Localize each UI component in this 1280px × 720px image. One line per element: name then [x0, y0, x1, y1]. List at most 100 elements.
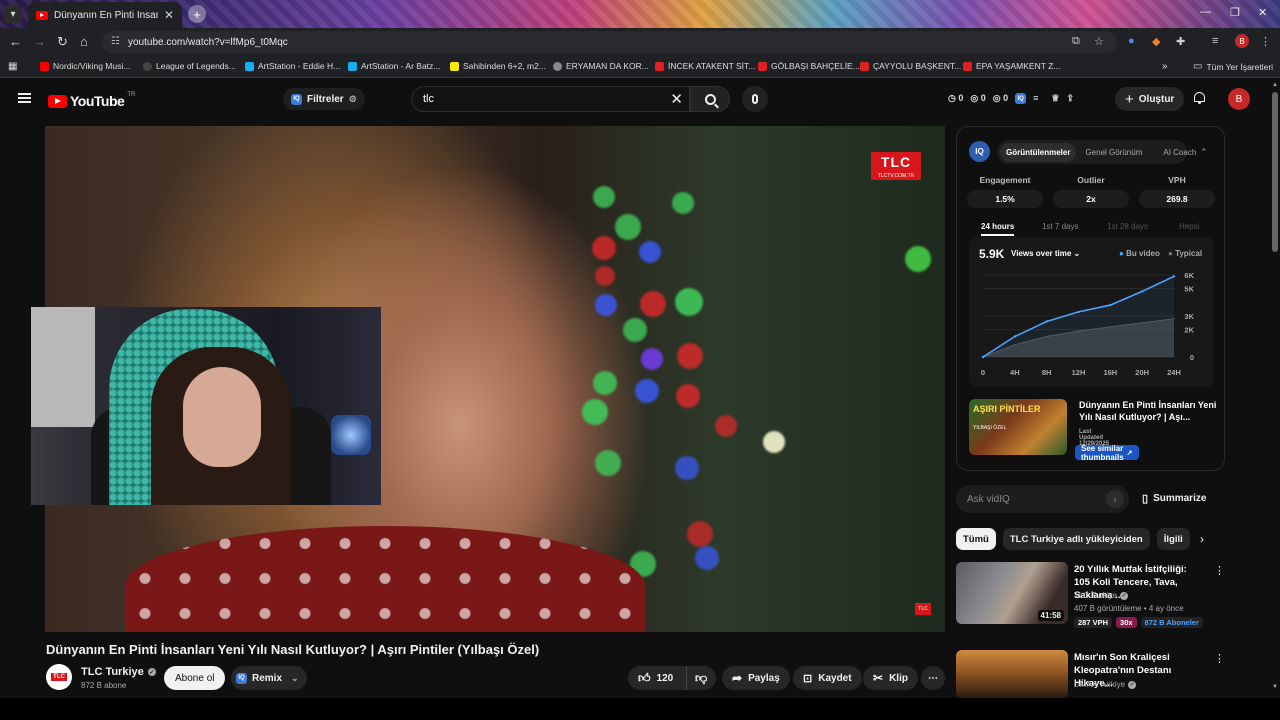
create-button[interactable]: + Oluştur	[1115, 87, 1185, 111]
chrome-menu-icon[interactable]: ⋮	[1260, 35, 1271, 48]
collapse-chevron-icon[interactable]: ⌃	[1200, 147, 1208, 158]
scroll-down-icon[interactable]: ▼	[1272, 684, 1278, 690]
search-button[interactable]	[690, 86, 730, 112]
bookmark-item[interactable]: ÇAYYOLU BAŞKENT...	[860, 61, 961, 71]
youtube-logo[interactable]: YouTube TR	[48, 92, 135, 109]
address-bar[interactable]: ☷ youtube.com/watch?v=lfMp6_t0Mqc	[102, 31, 1117, 53]
chip-from-uploader[interactable]: TLC Turkiye adlı yükleyiciden	[1002, 528, 1150, 550]
trophy-icon[interactable]: ♕	[1051, 93, 1059, 104]
browser-profile-avatar[interactable]: B	[1235, 34, 1249, 48]
bookmark-item[interactable]: EPA YAŞAMKENT Z...	[963, 61, 1060, 71]
summarize-button[interactable]: ▯ Summarize	[1142, 492, 1206, 505]
external-link-icon: ↗	[1126, 449, 1133, 457]
like-button[interactable]: 👍︎ 120	[628, 666, 686, 690]
scrollbar-thumb[interactable]	[1272, 92, 1278, 252]
home-icon[interactable]: ⌂	[80, 34, 88, 49]
save-button[interactable]: ⊡ Kaydet	[793, 666, 862, 690]
more-bookmarks-icon[interactable]: »	[1162, 61, 1168, 72]
vidiq-tab-switcher: Görüntülenmeler Genel Görünüm AI Coach	[997, 140, 1196, 164]
account-avatar[interactable]: B	[1228, 88, 1250, 110]
ask-vidiq-input[interactable]: Ask vidIQ ›	[956, 485, 1129, 513]
period-tab[interactable]: 24 hours	[981, 222, 1015, 236]
url-text: youtube.com/watch?v=lfMp6_t0Mqc	[128, 36, 288, 48]
tab-views[interactable]: Görüntülenmeler	[1000, 142, 1077, 162]
tab-search-button[interactable]: ▾	[4, 5, 22, 23]
menu-hamburger-icon[interactable]	[18, 93, 31, 103]
reading-list-icon[interactable]: ≡	[1212, 35, 1218, 47]
extension-icon[interactable]: ◆	[1152, 35, 1160, 48]
video-thumbnail[interactable]: AŞIRI PİNTİLER YILBAŞI ÖZEL	[969, 399, 1067, 455]
youtube-favicon-icon	[36, 10, 48, 20]
search-input[interactable]: tlc ✕	[411, 86, 690, 112]
site-info-icon[interactable]: ☷	[111, 36, 120, 47]
stat-label: Outlier	[1077, 175, 1105, 185]
channel-name[interactable]: DMAX Turkiye ✓	[1074, 680, 1137, 689]
filters-button[interactable]: IQ Filtreler ⚙	[283, 88, 365, 110]
tlc-corner-logo: TLC	[915, 603, 931, 615]
list-icon[interactable]: ≡	[1033, 93, 1038, 104]
extension-vidiq-icon[interactable]: ●	[1128, 35, 1135, 47]
reload-icon[interactable]: ↻	[57, 34, 68, 50]
notifications-bell-icon[interactable]	[1193, 91, 1206, 104]
period-tab[interactable]: Hepsi	[1179, 222, 1199, 231]
remix-button[interactable]: IQ Remix ⌄	[231, 666, 307, 690]
new-tab-button[interactable]: +	[188, 5, 206, 23]
subscribe-button[interactable]: Abone ol	[164, 666, 226, 690]
upload-icon[interactable]: ⇪	[1066, 93, 1074, 104]
more-vertical-icon[interactable]: ⋮	[1214, 564, 1225, 577]
channel-name[interactable]: TLC Turkiye ✓	[1074, 591, 1129, 600]
back-icon[interactable]: ←	[9, 34, 22, 49]
voice-search-button[interactable]	[742, 86, 768, 112]
more-vertical-icon[interactable]: ⋮	[1214, 652, 1225, 665]
tab-overview[interactable]: Genel Görünüm	[1079, 143, 1148, 162]
channel-name[interactable]: TLC Turkiye ✓	[81, 666, 156, 678]
extensions-puzzle-icon[interactable]: ✚	[1176, 35, 1185, 48]
more-actions-button[interactable]: ⋯	[921, 666, 945, 690]
apps-grid-icon[interactable]: ▦	[8, 61, 17, 72]
browser-tab-active[interactable]: Dünyanın En Pinti İnsanları Yeni Yılı Na…	[28, 2, 182, 28]
clip-button[interactable]: ✂ Klip	[863, 666, 918, 690]
period-tab[interactable]: 1st 28 days	[1107, 222, 1148, 231]
install-app-icon[interactable]: ⧉	[1072, 35, 1080, 48]
bookmark-item[interactable]: League of Legends...	[143, 61, 236, 71]
stat-value-engagement: 1.5%	[967, 190, 1043, 208]
bookmark-item[interactable]: İNCEK ATAKENT SİT...	[655, 61, 755, 71]
bookmark-star-icon[interactable]: ☆	[1094, 35, 1104, 48]
bookmark-item[interactable]: ERYAMAN DA KOR...	[553, 61, 649, 71]
x-tick-label: 12H	[1072, 368, 1086, 377]
recommended-video[interactable]: 41:58 20 Yıllık Mutfak İstifçiliği: 105 …	[956, 562, 1226, 628]
tab-close-icon[interactable]: ✕	[164, 8, 174, 22]
chip-related[interactable]: İlgili	[1156, 528, 1190, 550]
video-meta: 407 B görüntüleme • 4 ay önce	[1074, 604, 1184, 613]
window-close-icon[interactable]: ✕	[1258, 6, 1267, 19]
channel-avatar[interactable]: TLC	[46, 664, 72, 690]
counter-item[interactable]: ◷ 0	[948, 93, 963, 104]
minimize-icon[interactable]: —	[1200, 6, 1211, 18]
dislike-button[interactable]: 👎︎	[686, 666, 716, 690]
scroll-up-icon[interactable]: ▲	[1272, 82, 1278, 88]
folder-icon: ▭	[1193, 61, 1203, 72]
bookmark-item[interactable]: Nordic/Viking Musi...	[40, 61, 130, 71]
bookmark-item[interactable]: ArtStation - Eddie H...	[245, 61, 340, 71]
counter-item[interactable]: ◎ 0	[970, 93, 985, 104]
share-icon: ➦	[732, 671, 743, 685]
scissors-icon: ✂	[873, 671, 884, 685]
plus-icon: +	[1125, 90, 1134, 108]
forward-icon[interactable]: →	[33, 34, 46, 49]
bookmark-item[interactable]: GÖLBAŞI BAHÇELİE...	[758, 61, 860, 71]
tab-ai-coach[interactable]: AI Coach	[1157, 143, 1202, 162]
all-bookmarks-folder[interactable]: ▭ Tüm Yer İşaretleri	[1193, 61, 1273, 72]
period-tab[interactable]: 1st 7 days	[1042, 222, 1078, 231]
bookmark-item[interactable]: Sahibinden 6+2, m2...	[450, 61, 546, 71]
page-scrollbar[interactable]: ▲ ▼	[1270, 80, 1280, 700]
see-similar-thumbnails-button[interactable]: See similar thumbnails ↗	[1075, 444, 1139, 462]
chip-all[interactable]: Tümü	[956, 528, 996, 550]
maximize-icon[interactable]: ❐	[1230, 6, 1240, 19]
vidiq-icon[interactable]: IQ	[1015, 93, 1027, 104]
clear-search-icon[interactable]: ✕	[670, 90, 683, 108]
send-arrow-icon[interactable]: ›	[1106, 490, 1124, 508]
bookmark-item[interactable]: ArtStation - Ar Batz...	[348, 61, 440, 71]
chevron-right-icon[interactable]: ›	[1200, 532, 1204, 546]
counter-item[interactable]: ◎ 0	[993, 93, 1008, 104]
share-button[interactable]: ➦ Paylaş	[722, 666, 790, 690]
